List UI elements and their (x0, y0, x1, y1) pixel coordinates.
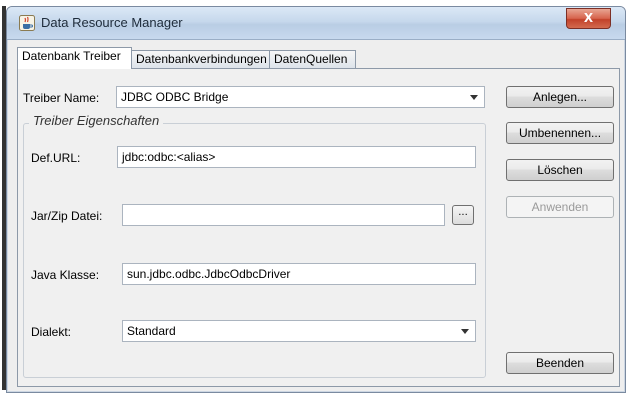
treiber-name-label: Treiber Name: (23, 91, 100, 105)
def-url-input[interactable]: jdbc:odbc:<alias> (117, 146, 476, 168)
browse-button[interactable]: ... (452, 205, 474, 225)
close-icon: X (583, 11, 594, 25)
treiber-name-select[interactable]: JDBC ODBC Bridge (116, 86, 485, 108)
loeschen-button[interactable]: Löschen (506, 159, 614, 181)
def-url-label: Def.URL: (31, 151, 81, 165)
tab-datenbankverbindungen[interactable]: Datenbankverbindungen (131, 50, 270, 68)
tab-datenbank-treiber[interactable]: Datenbank Treiber (17, 47, 132, 69)
tab-datenquellen[interactable]: DatenQuellen (269, 50, 356, 68)
chevron-down-icon (470, 95, 478, 100)
java-klasse-input[interactable]: sun.jdbc.odbc.JdbcOdbcDriver (122, 263, 476, 285)
treiber-name-value: JDBC ODBC Bridge (121, 90, 229, 104)
dialekt-label: Dialekt: (31, 325, 72, 339)
chevron-down-icon (461, 329, 469, 334)
close-button[interactable]: X (566, 8, 611, 29)
dialekt-value: Standard (127, 324, 176, 338)
java-cup-icon (19, 15, 35, 31)
window-title: Data Resource Manager (41, 15, 183, 30)
dialekt-select[interactable]: Standard (122, 320, 476, 342)
jar-zip-input[interactable] (122, 204, 445, 226)
anlegen-button[interactable]: Anlegen... (506, 86, 614, 108)
umbenennen-button[interactable]: Umbenennen... (506, 122, 614, 144)
title-bar[interactable]: Data Resource Manager X (7, 7, 625, 40)
java-klasse-label: Java Klasse: (31, 268, 100, 282)
beenden-button[interactable]: Beenden (506, 352, 614, 374)
jar-zip-label: Jar/Zip Datei: (31, 209, 103, 223)
group-title: Treiber Eigenschaften (29, 113, 164, 128)
dialog-window: Data Resource Manager X Datenbank Treibe… (6, 6, 626, 393)
anwenden-button[interactable]: Anwenden (506, 196, 614, 218)
